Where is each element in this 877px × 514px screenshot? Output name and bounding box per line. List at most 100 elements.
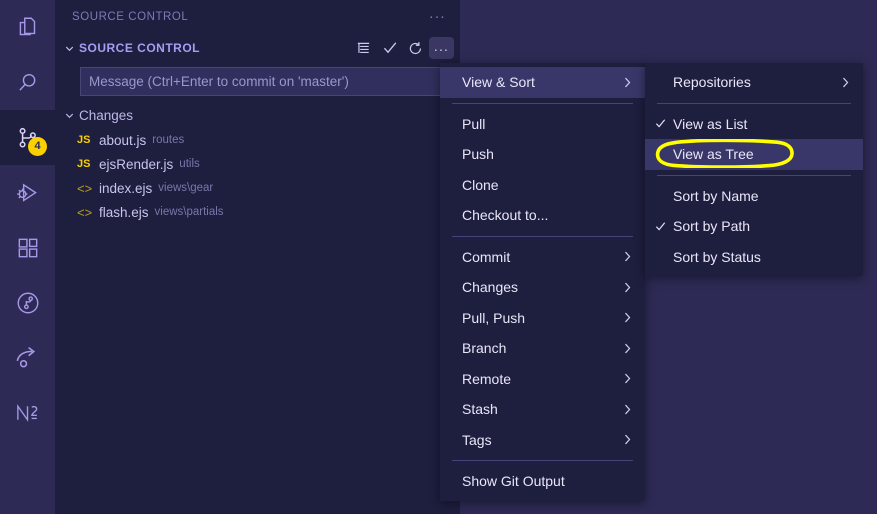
menu-item-view-and-sort[interactable]: View & Sort	[440, 67, 645, 98]
menu-item-checkout-to[interactable]: Checkout to...	[440, 200, 645, 231]
activity-item-explorer[interactable]	[0, 0, 55, 55]
activity-item-source-control[interactable]: 4	[0, 110, 55, 165]
list-item[interactable]: JS ejsRender.js utils M	[55, 152, 462, 176]
menu-item-commit[interactable]: Commit	[440, 242, 645, 273]
run-and-debug-icon	[15, 180, 41, 206]
menu-separator	[657, 174, 851, 176]
extensions-icon	[15, 235, 41, 261]
context-submenu-view-and-sort: Repositories View as List View as Tree S…	[645, 63, 863, 276]
n2-icon	[14, 401, 41, 425]
file-path: views\gear	[158, 182, 214, 194]
menu-item-sort-by-name[interactable]: Sort by Name	[645, 181, 863, 212]
menu-item-push[interactable]: Push	[440, 139, 645, 170]
sidebar-view-title-bar: SOURCE CONTROL ...	[55, 0, 460, 33]
menu-item-repositories[interactable]: Repositories	[645, 67, 863, 98]
menu-item-changes[interactable]: Changes	[440, 272, 645, 303]
more-actions-glyph: ...	[433, 37, 450, 54]
menu-item-label: Push	[462, 146, 494, 163]
chevron-down-icon[interactable]	[61, 42, 77, 55]
activity-item-extensions[interactable]	[0, 220, 55, 275]
activity-item-run-and-debug[interactable]	[0, 165, 55, 220]
source-control-badge: 4	[28, 137, 47, 156]
context-menu-git-actions: View & Sort Pull Push Clone Checkout to.…	[440, 63, 645, 501]
chevron-right-icon	[622, 311, 633, 324]
chevron-down-icon[interactable]	[61, 109, 77, 122]
live-share-icon	[14, 344, 41, 371]
menu-item-label: Changes	[462, 279, 519, 296]
list-item[interactable]: <> index.ejs views\gear M	[55, 176, 462, 200]
activity-item-n2[interactable]	[0, 385, 55, 440]
activity-item-search[interactable]	[0, 55, 55, 110]
commit-message-placeholder: Message (Ctrl+Enter to commit on 'master…	[89, 74, 349, 89]
more-actions-icon[interactable]: ...	[429, 37, 454, 59]
menu-item-remote[interactable]: Remote	[440, 364, 645, 395]
source-control-section-header[interactable]: SOURCE CONTROL ...	[55, 33, 460, 63]
page-title: SOURCE CONTROL	[72, 10, 189, 23]
chevron-right-icon	[622, 250, 633, 263]
menu-separator	[452, 460, 633, 461]
activity-item-gitlens[interactable]	[0, 275, 55, 330]
menu-item-label: Checkout to...	[462, 207, 549, 224]
menu-item-show-git-output[interactable]: Show Git Output	[440, 466, 645, 497]
menu-item-stash[interactable]: Stash	[440, 394, 645, 425]
menu-item-label: Commit	[462, 248, 511, 265]
view-as-list-icon[interactable]	[351, 37, 376, 59]
js-file-icon: JS	[77, 158, 91, 170]
menu-item-sort-by-status[interactable]: Sort by Status	[645, 242, 863, 273]
file-path: views\partials	[154, 206, 224, 218]
chevron-right-icon	[622, 433, 633, 446]
menu-item-view-as-tree[interactable]: View as Tree	[645, 139, 863, 170]
menu-item-pull[interactable]: Pull	[440, 109, 645, 140]
menu-item-branch[interactable]: Branch	[440, 333, 645, 364]
menu-item-label: Sort by Path	[673, 218, 751, 235]
vscode-window: 4 SOURCE CONTROL ... SOURCE CONTROL ... …	[0, 0, 877, 514]
source-control-sidebar: SOURCE CONTROL ... SOURCE CONTROL ... Me…	[55, 0, 464, 514]
file-name: flash.ejs	[99, 204, 149, 220]
commit-message-input[interactable]: Message (Ctrl+Enter to commit on 'master…	[80, 67, 454, 96]
menu-item-label: Branch	[462, 340, 507, 357]
menu-item-label: Clone	[462, 176, 499, 193]
ejs-file-icon: <>	[77, 180, 93, 196]
file-name: index.ejs	[99, 180, 153, 196]
changes-group-label: Changes	[79, 107, 134, 123]
list-item[interactable]: JS about.js routes M	[55, 128, 462, 152]
menu-separator	[452, 235, 633, 237]
chevron-right-icon	[622, 281, 633, 294]
changes-group-header[interactable]: Changes 4	[55, 102, 464, 128]
checkmark-icon	[654, 117, 667, 130]
menu-item-sort-by-path[interactable]: Sort by Path	[645, 211, 863, 242]
explorer-icon	[15, 15, 41, 41]
list-item[interactable]: <> flash.ejs views\partials M	[55, 200, 462, 224]
activity-item-live-share[interactable]	[0, 330, 55, 385]
menu-item-label: Pull, Push	[462, 309, 526, 326]
ejs-file-icon: <>	[77, 204, 93, 220]
menu-item-label: Tags	[462, 431, 492, 448]
menu-separator	[657, 102, 851, 104]
menu-item-label: Pull	[462, 115, 486, 132]
menu-item-label: Sort by Name	[673, 187, 759, 204]
menu-item-label: Repositories	[673, 74, 751, 91]
menu-item-tags[interactable]: Tags	[440, 425, 645, 456]
file-name: about.js	[99, 132, 147, 148]
js-file-icon: JS	[77, 134, 91, 146]
file-path: utils	[179, 158, 200, 170]
view-more-actions-icon[interactable]: ...	[429, 6, 446, 21]
commit-checkmark-icon[interactable]	[377, 37, 402, 59]
refresh-icon[interactable]	[403, 37, 428, 59]
file-path: routes	[152, 134, 185, 146]
menu-item-label: Remote	[462, 370, 512, 387]
menu-item-view-as-list[interactable]: View as List	[645, 109, 863, 140]
file-name: ejsRender.js	[99, 156, 174, 172]
menu-item-pull-push[interactable]: Pull, Push	[440, 303, 645, 334]
menu-item-clone[interactable]: Clone	[440, 170, 645, 201]
commit-message-wrap: Message (Ctrl+Enter to commit on 'master…	[55, 63, 460, 96]
menu-item-label: Sort by Status	[673, 248, 761, 265]
chevron-right-icon	[840, 76, 851, 89]
activity-bar: 4	[0, 0, 55, 514]
search-icon	[15, 70, 41, 96]
gitlens-icon	[15, 290, 41, 316]
checkmark-icon	[654, 220, 667, 233]
chevron-right-icon	[622, 76, 633, 89]
menu-separator	[452, 102, 633, 104]
section-title: SOURCE CONTROL	[79, 41, 200, 55]
